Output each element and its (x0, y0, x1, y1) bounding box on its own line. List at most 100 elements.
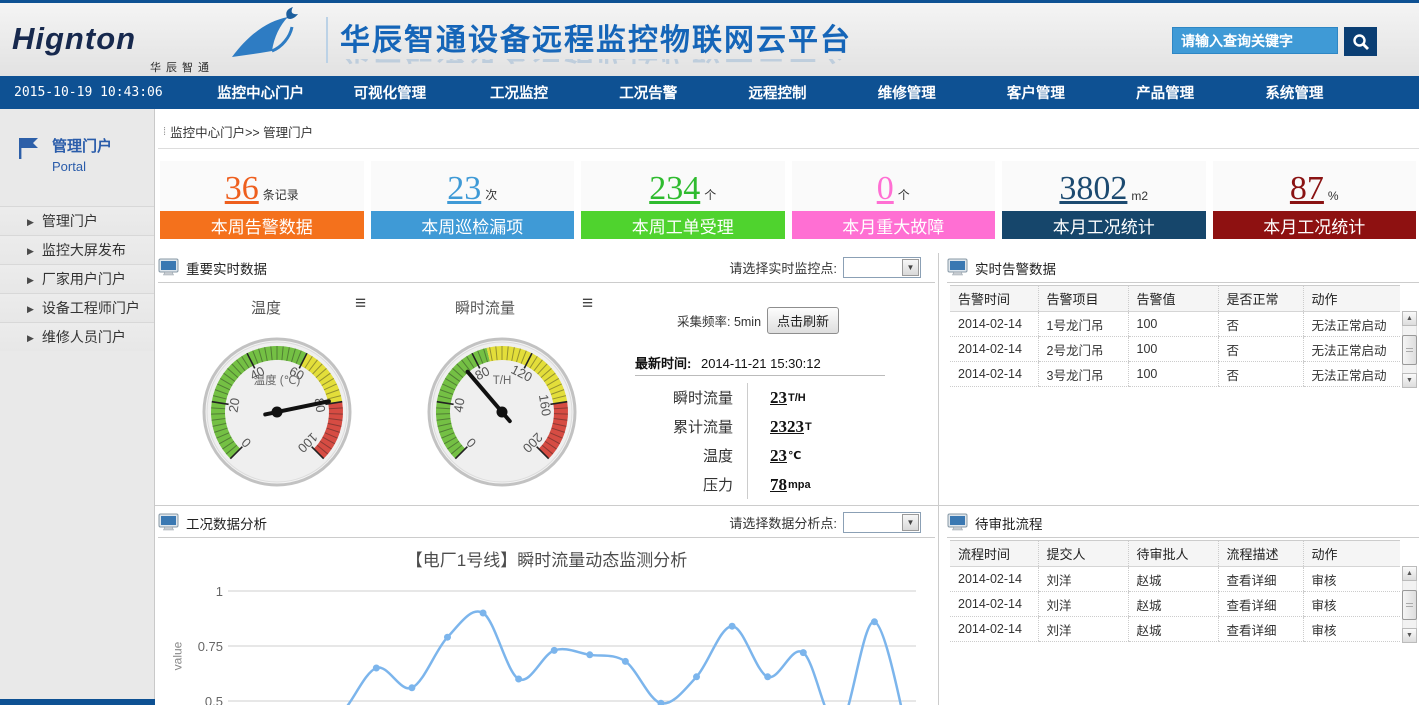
stat-value: 0 (877, 171, 894, 207)
analysis-panel-header: 工况数据分析 请选择数据分析点: ▼ (158, 508, 935, 538)
panel-title: 实时告警数据 (975, 258, 1056, 278)
column-header: 流程描述 (1218, 541, 1303, 567)
deer-logo-icon (230, 7, 304, 59)
stat-card-monthly-condition-pct[interactable]: 87% 本月工况统计 (1213, 161, 1417, 239)
app-header: Hignton 华辰智通 华辰智通设备远程监控物联网云平台 华辰智通设备远程监控… (0, 3, 1419, 76)
sidebar-item-repairer-portal[interactable]: ▶维修人员门户 (0, 322, 154, 351)
stat-card-monthly-condition-area[interactable]: 3802m2 本月工况统计 (1002, 161, 1206, 239)
svg-text:20: 20 (225, 397, 242, 414)
table-row: 2014-02-14刘洋赵城查看详细审核 (950, 592, 1400, 617)
stat-value: 23 (447, 171, 481, 207)
flow-gauge: 04080120160200T/H (427, 337, 577, 487)
stat-value: 36 (225, 171, 259, 207)
nav-item-system-mgmt[interactable]: 系统管理 (1230, 82, 1359, 103)
arrow-right-icon: ▶ (27, 246, 34, 256)
sample-freq-label: 采集频率: 5min (677, 311, 761, 330)
nav-item-visual-mgmt[interactable]: 可视化管理 (325, 82, 454, 103)
column-header: 是否正常 (1218, 286, 1303, 312)
logo: Hignton 华辰智通 (12, 11, 322, 71)
arrow-right-icon: ▶ (27, 217, 34, 227)
column-header: 告警值 (1128, 286, 1218, 312)
logo-text: Hignton (12, 21, 136, 57)
column-divider (938, 253, 939, 705)
hamburger-menu-icon[interactable]: ≡ (355, 296, 366, 312)
stat-unit: 条记录 (263, 186, 299, 203)
analysis-point-select[interactable]: ▼ (843, 512, 921, 533)
monitor-icon (947, 258, 968, 277)
panel-title: 工况数据分析 (186, 513, 267, 533)
realtime-point-select[interactable]: ▼ (843, 257, 921, 278)
svg-text:40: 40 (450, 397, 467, 414)
y-axis-label: value (170, 642, 184, 671)
stat-unit: % (1328, 189, 1339, 203)
chevron-down-icon: ▼ (902, 259, 919, 276)
stat-card-weekly-alarms[interactable]: 36条记录 本周告警数据 (160, 161, 364, 239)
nav-item-customer-mgmt[interactable]: 客户管理 (971, 82, 1100, 103)
y-tick: 1 (183, 584, 223, 599)
column-header: 告警时间 (950, 286, 1038, 312)
nav-item-repair-mgmt[interactable]: 维修管理 (842, 82, 971, 103)
hamburger-menu-icon[interactable]: ≡ (582, 296, 593, 312)
select-label: 请选择实时监控点: (729, 258, 837, 277)
header-divider (326, 17, 328, 63)
temperature-gauge: 020406080100温度 (℃) (202, 337, 352, 487)
sidebar-item-engineer-portal[interactable]: ▶设备工程师门户 (0, 293, 154, 322)
breadcrumb-icon: ⁞ (163, 126, 164, 138)
page-title: 华辰智通设备远程监控物联网云平台 (340, 15, 852, 59)
table-row: 2014-02-142号龙门吊100否无法正常启动 (950, 337, 1400, 362)
stat-unit: 个 (898, 186, 910, 203)
select-label: 请选择数据分析点: (729, 513, 837, 532)
stat-value: 87 (1290, 171, 1324, 207)
scroll-down-icon[interactable]: ▼ (1402, 373, 1417, 388)
stat-card-weekly-inspection[interactable]: 23次 本周巡检漏项 (371, 161, 575, 239)
sidebar-item-factory-portal[interactable]: ▶厂家用户门户 (0, 264, 154, 293)
column-header: 动作 (1303, 286, 1400, 312)
sidebar-item-monitor-screen[interactable]: ▶监控大屏发布 (0, 235, 154, 264)
stat-unit: 个 (704, 186, 716, 203)
sidebar-item-admin-portal[interactable]: ▶管理门户 (0, 206, 154, 235)
sidebar: 管理门户 Portal ▶管理门户 ▶监控大屏发布 ▶厂家用户门户 ▶设备工程师… (0, 109, 155, 705)
nav-item-condition-monitor[interactable]: 工况监控 (454, 82, 583, 103)
main-nav: 2015-10-19 10:43:06 监控中心门户 可视化管理 工况监控 工况… (0, 76, 1419, 109)
stat-value: 234 (649, 171, 700, 207)
search-input[interactable] (1172, 27, 1338, 54)
main-content: ⁞ 监控中心门户>> 管理门户 36条记录 本周告警数据 23次 本周巡检漏项 … (155, 109, 1419, 705)
alarm-table-scrollbar: ▲ ▼ (1402, 311, 1417, 388)
column-header: 提交人 (1038, 541, 1128, 567)
table-row: 2014-02-14刘洋赵城查看详细审核 (950, 617, 1400, 642)
readout-row: 瞬时流量 23T/H (635, 383, 885, 412)
nav-item-condition-alarm[interactable]: 工况告警 (584, 82, 713, 103)
monitor-icon (947, 513, 968, 532)
panel-title: 重要实时数据 (186, 258, 267, 278)
scroll-up-icon[interactable]: ▲ (1402, 566, 1417, 581)
column-header: 待审批人 (1128, 541, 1218, 567)
stat-card-weekly-workorders[interactable]: 234个 本周工单受理 (581, 161, 785, 239)
table-row: 2014-02-14刘洋赵城查看详细审核 (950, 567, 1400, 592)
alarm-table: 告警时间 告警项目 告警值 是否正常 动作 2014-02-141号龙门吊100… (950, 285, 1400, 387)
readout-row: 累计流量 2323T (635, 412, 885, 441)
breadcrumb: ⁞ 监控中心门户>> 管理门户 (163, 122, 313, 141)
refresh-button[interactable]: 点击刷新 (767, 307, 839, 334)
flow-line-chart (228, 573, 916, 705)
alarm-panel-header: 实时告警数据 (947, 253, 1419, 283)
nav-item-product-mgmt[interactable]: 产品管理 (1101, 82, 1230, 103)
stat-label: 本月工况统计 (1213, 211, 1417, 239)
scrollbar-thumb[interactable] (1402, 590, 1417, 620)
scroll-down-icon[interactable]: ▼ (1402, 628, 1417, 643)
flag-icon (16, 135, 42, 161)
portal-subtitle: Portal (52, 159, 112, 174)
panel-title: 待审批流程 (975, 513, 1043, 533)
gauge-title-flow: 瞬时流量 (455, 297, 515, 318)
table-header-row: 流程时间 提交人 待审批人 流程描述 动作 (950, 541, 1400, 567)
nav-item-remote-control[interactable]: 远程控制 (713, 82, 842, 103)
logo-subtext: 华辰智通 (150, 59, 214, 75)
nav-item-monitor-center[interactable]: 监控中心门户 (196, 82, 325, 103)
chart-title: 【电厂1号线】瞬时流量动态监测分析 (155, 546, 938, 571)
scrollbar-thumb[interactable] (1402, 335, 1417, 365)
search-button[interactable] (1344, 27, 1377, 56)
arrow-right-icon: ▶ (27, 304, 34, 314)
stat-label: 本月重大故障 (792, 211, 996, 239)
chevron-down-icon: ▼ (902, 514, 919, 531)
scroll-up-icon[interactable]: ▲ (1402, 311, 1417, 326)
stat-card-monthly-failures[interactable]: 0个 本月重大故障 (792, 161, 996, 239)
